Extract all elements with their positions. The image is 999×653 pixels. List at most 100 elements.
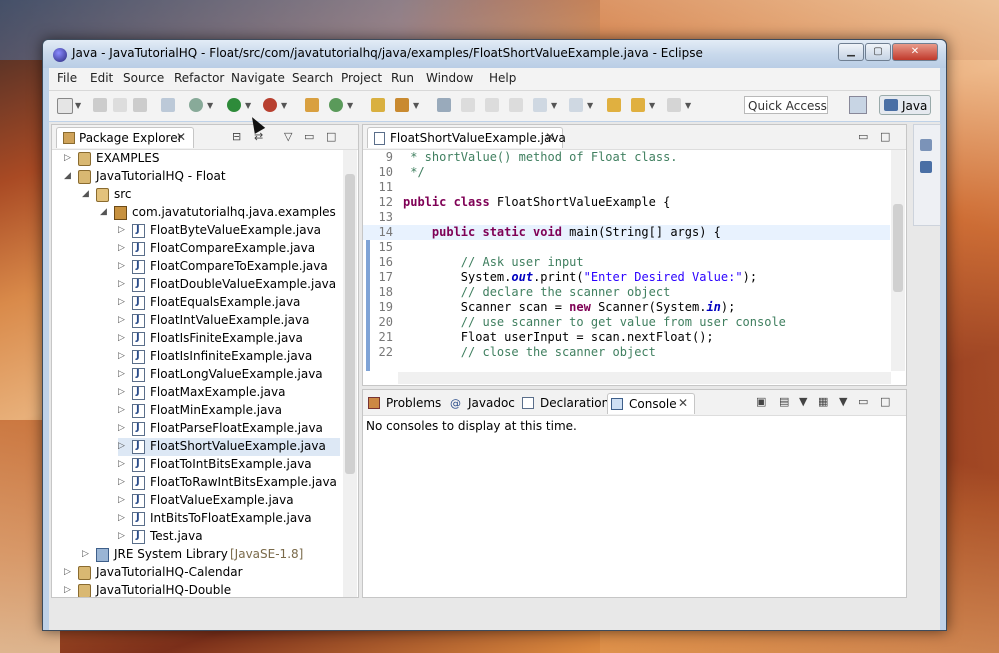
minimize-button[interactable]: ▁ xyxy=(838,43,864,61)
close-button[interactable]: ✕ xyxy=(892,43,938,61)
run-external-tools-icon[interactable] xyxy=(263,98,277,112)
menu-refactor[interactable]: Refactor xyxy=(174,71,224,85)
toggle-mark-occurrences-icon[interactable] xyxy=(461,98,475,112)
tree-item[interactable]: ▷ FloatShortValueExample.java xyxy=(118,438,340,456)
collapse-arrow-icon[interactable]: ▷ xyxy=(118,243,125,253)
tab-console[interactable]: Console ✕ xyxy=(607,393,695,414)
tree-item[interactable]: ▷ FloatIsFiniteExample.java xyxy=(118,330,340,348)
collapse-arrow-icon[interactable]: ▷ xyxy=(118,513,125,523)
debug-dropdown-icon[interactable]: ▼ xyxy=(207,101,213,110)
minimize-editor-icon[interactable]: ▭ xyxy=(858,130,868,143)
next-annotation-nav-icon[interactable] xyxy=(533,98,547,112)
skip-breakpoints-icon[interactable] xyxy=(161,98,175,112)
tab-problems[interactable]: Problems xyxy=(365,393,443,414)
tree-item[interactable]: ◢ com.javatutorialhq.java.examples xyxy=(100,204,340,222)
minimize-console-icon[interactable]: ▭ xyxy=(858,395,868,408)
code-line[interactable]: 13 xyxy=(363,210,890,225)
tree-item[interactable]: ▷ FloatIsInfiniteExample.java xyxy=(118,348,340,366)
new-dropdown-icon[interactable]: ▼ xyxy=(75,101,81,110)
prev-annotation-icon[interactable] xyxy=(569,98,583,112)
close-editor-icon[interactable]: ✕ xyxy=(545,130,555,144)
new-icon[interactable] xyxy=(57,98,73,114)
code-line[interactable]: 11 xyxy=(363,180,890,195)
code-line[interactable]: 22 // close the scanner object xyxy=(363,345,890,360)
minimize-view-icon[interactable]: ▭ xyxy=(304,130,314,143)
collapse-arrow-icon[interactable]: ▷ xyxy=(118,333,125,343)
menu-run[interactable]: Run xyxy=(391,71,414,85)
code-line[interactable]: 18 // declare the scanner object xyxy=(363,285,890,300)
tree-item[interactable]: ▷ FloatMinExample.java xyxy=(118,402,340,420)
tab-javadoc[interactable]: @ Javadoc xyxy=(447,393,515,414)
tree-item[interactable]: ▷ FloatIntValueExample.java xyxy=(118,312,340,330)
tree-item[interactable]: ▷ FloatToRawIntBitsExample.java xyxy=(118,474,340,492)
print-icon[interactable] xyxy=(133,98,147,112)
new-class-dropdown-icon[interactable]: ▼ xyxy=(347,101,353,110)
tree-item[interactable]: ▷ FloatToIntBitsExample.java xyxy=(118,456,340,474)
collapse-arrow-icon[interactable]: ▷ xyxy=(64,153,71,163)
debug-icon[interactable] xyxy=(189,98,203,112)
code-line[interactable]: 14 public static void main(String[] args… xyxy=(363,225,890,240)
code-line[interactable]: 19 Scanner scan = new Scanner(System.in)… xyxy=(363,300,890,315)
tree-item[interactable]: ▷ IntBitsToFloatExample.java xyxy=(118,510,340,528)
collapse-arrow-icon[interactable]: ▷ xyxy=(64,585,71,595)
back-icon[interactable] xyxy=(631,98,645,112)
tree-item[interactable]: ◢ src xyxy=(82,186,340,204)
editor-vertical-scrollbar[interactable] xyxy=(891,150,905,371)
tree-item[interactable]: ▷ JavaTutorialHQ-Double xyxy=(64,582,340,597)
java-perspective-button[interactable]: Java xyxy=(879,95,931,115)
collapse-arrow-icon[interactable]: ▷ xyxy=(118,387,125,397)
tree-item[interactable]: ▷ FloatCompareExample.java xyxy=(118,240,340,258)
new-java-project-icon[interactable] xyxy=(305,98,319,112)
code-line[interactable]: 16 // Ask user input xyxy=(363,255,890,270)
menu-file[interactable]: File xyxy=(57,71,77,85)
collapse-arrow-icon[interactable]: ▷ xyxy=(82,549,89,559)
collapse-arrow-icon[interactable]: ▷ xyxy=(118,477,125,487)
collapse-arrow-icon[interactable]: ▷ xyxy=(64,567,71,577)
tree-item[interactable]: ◢ JavaTutorialHQ - Float xyxy=(64,168,340,186)
display-selected-console-icon[interactable]: ▣ xyxy=(756,395,766,408)
code-line[interactable]: 10 */ xyxy=(363,165,890,180)
menu-help[interactable]: Help xyxy=(489,71,516,85)
tree-item[interactable]: ▷ JRE System Library [JavaSE-1.8] xyxy=(82,546,340,564)
collapse-arrow-icon[interactable]: ▷ xyxy=(118,423,125,433)
search-dropdown-icon[interactable]: ▼ xyxy=(413,101,419,110)
title-bar[interactable]: Java - JavaTutorialHQ - Float/src/com/ja… xyxy=(43,40,946,68)
tab-package-explorer[interactable]: Package Explorer ✕ xyxy=(56,127,194,148)
collapse-arrow-icon[interactable]: ▷ xyxy=(118,405,125,415)
menu-edit[interactable]: Edit xyxy=(90,71,113,85)
maximize-button[interactable]: ▢ xyxy=(865,43,891,61)
code-line[interactable]: 12 public class FloatShortValueExample { xyxy=(363,195,890,210)
tree-item[interactable]: ▷ Test.java xyxy=(118,528,340,546)
external-tools-dropdown-icon[interactable]: ▼ xyxy=(281,101,287,110)
collapse-arrow-icon[interactable]: ▷ xyxy=(118,459,125,469)
expand-arrow-icon[interactable]: ◢ xyxy=(82,189,89,199)
collapse-arrow-icon[interactable]: ▷ xyxy=(118,351,125,361)
next-annotation-icon[interactable] xyxy=(437,98,451,112)
tree-item[interactable]: ▷ JavaTutorialHQ-Calendar xyxy=(64,564,340,582)
expand-arrow-icon[interactable]: ◢ xyxy=(64,171,71,181)
tab-declaration[interactable]: Declaration xyxy=(519,393,609,414)
pin-console-icon[interactable]: ▤ xyxy=(779,395,789,408)
collapse-arrow-icon[interactable]: ▷ xyxy=(118,261,125,271)
tree-item[interactable]: ▷ FloatCompareToExample.java xyxy=(118,258,340,276)
search-icon[interactable] xyxy=(395,98,409,112)
open-perspective-icon[interactable] xyxy=(849,96,867,114)
editor-horizontal-scrollbar[interactable] xyxy=(398,372,891,384)
back-dropdown-icon[interactable]: ▼ xyxy=(649,101,655,110)
open-console-dropdown-icon[interactable]: ▼ xyxy=(839,395,847,408)
menu-navigate[interactable]: Navigate xyxy=(231,71,285,85)
code-editor[interactable]: 9 * shortValue() method of Float class. 1… xyxy=(363,150,890,371)
new-java-class-icon[interactable] xyxy=(329,98,343,112)
tree-item[interactable]: ▷ FloatValueExample.java xyxy=(118,492,340,510)
code-line[interactable]: 21 Float userInput = scan.nextFloat(); xyxy=(363,330,890,345)
tree-item[interactable]: ▷ FloatParseFloatExample.java xyxy=(118,420,340,438)
collapse-arrow-icon[interactable]: ▷ xyxy=(118,297,125,307)
maximize-view-icon[interactable]: □ xyxy=(326,130,336,143)
menu-search[interactable]: Search xyxy=(292,71,333,85)
show-whitespace-icon[interactable] xyxy=(509,98,523,112)
close-tab-icon[interactable]: ✕ xyxy=(176,130,186,144)
collapse-arrow-icon[interactable]: ▷ xyxy=(118,495,125,505)
code-line[interactable]: 17 System.out.print("Enter Desired Value… xyxy=(363,270,890,285)
run-icon[interactable] xyxy=(227,98,241,112)
code-line[interactable]: 20 // use scanner to get value from user… xyxy=(363,315,890,330)
